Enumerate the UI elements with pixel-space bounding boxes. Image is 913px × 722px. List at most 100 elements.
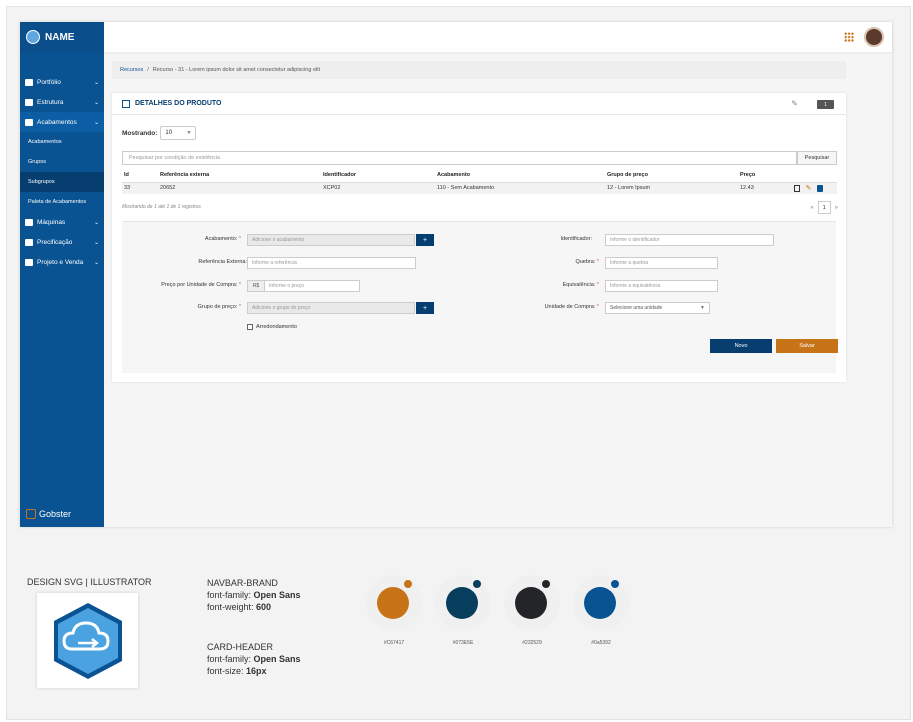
- swatch-fill: [584, 587, 616, 619]
- navbar-brand[interactable]: NAME: [20, 22, 104, 52]
- apps-grid-icon[interactable]: [844, 32, 854, 42]
- equiv-label: Equivalência: *: [562, 282, 599, 288]
- cell-identificador: XCP02: [321, 182, 435, 194]
- sidebar-item-label: Portfólio: [37, 78, 61, 86]
- column-header[interactable]: Identificador: [321, 169, 435, 183]
- pager-page[interactable]: 1: [817, 201, 831, 214]
- structure-icon: [25, 98, 33, 106]
- unidade-label: Unidade de Compra: *: [544, 304, 599, 310]
- finishing-icon: [25, 118, 33, 126]
- sidebar-item-label: Projeto e Venda: [37, 258, 84, 266]
- sidebar: NAME Portfólio ⌄ Estrutura ⌄ Acabamentos…: [20, 22, 104, 527]
- preco-prefix: R$: [247, 280, 265, 292]
- page-size-select[interactable]: 10 ▼: [160, 126, 197, 140]
- table-row[interactable]: 33 20652 XCP02 110 - Sem Acabamento 12 -…: [122, 182, 837, 194]
- sidebar-item-estrutura[interactable]: Estrutura ⌄: [20, 92, 104, 112]
- cell-acabamento: 110 - Sem Acabamento: [435, 182, 605, 194]
- trash-icon[interactable]: [816, 184, 823, 192]
- pager-prev[interactable]: «: [810, 205, 813, 211]
- page-size-value: 10: [165, 130, 173, 136]
- add-grupo-button[interactable]: +: [416, 302, 434, 314]
- actions-header: [788, 169, 837, 183]
- search-button[interactable]: Pesquisar: [797, 151, 837, 165]
- navbar-brand-spec: NAVBAR-BRAND font-family: Open Sans font…: [207, 577, 301, 613]
- pencil-icon[interactable]: ✎: [791, 99, 798, 108]
- column-header[interactable]: Id: [122, 169, 158, 183]
- sidebar-item-maquinas[interactable]: Máquinas ⌄: [20, 212, 104, 232]
- chevron-down-icon: ⌄: [93, 259, 99, 266]
- column-header[interactable]: Acabamento: [435, 169, 605, 183]
- column-header[interactable]: Grupo de preço: [605, 169, 738, 183]
- sidebar-item-projeto[interactable]: Projeto e Venda ⌄: [20, 252, 104, 272]
- checkbox-box[interactable]: [247, 324, 253, 330]
- preco-field[interactable]: Informe o preço: [264, 280, 360, 292]
- topbar: [104, 22, 892, 52]
- sidebar-subitem-grupos[interactable]: Grupos: [20, 152, 104, 172]
- sidebar-item-precificacao[interactable]: Precificação ⌄: [20, 232, 104, 252]
- swatch-hex: #C67417: [383, 640, 405, 646]
- arredondamento-checkbox[interactable]: Arredondamento: [247, 324, 297, 330]
- swatch-fill: [515, 587, 547, 619]
- navbar-spec-title: NAVBAR-BRAND: [207, 578, 278, 588]
- product-form: Acabamento: * Adicione o acabamento + Re…: [122, 221, 838, 373]
- swatch-hex: #232529: [522, 640, 542, 646]
- swatch-fill: [377, 587, 409, 619]
- add-acabamento-button[interactable]: +: [416, 234, 434, 246]
- chevron-down-icon: ⌄: [93, 79, 99, 86]
- card-header-spec: CARD-HEADER font-family: Open Sans font-…: [207, 641, 301, 677]
- edit-icon[interactable]: ✎: [806, 184, 812, 192]
- sidebar-nav: Portfólio ⌄ Estrutura ⌄ Acabamentos ⌄ Ac…: [20, 72, 104, 272]
- portfolio-icon: [25, 78, 33, 86]
- pagination: « 1 »: [810, 201, 838, 214]
- acabamento-label: Acabamento: *: [204, 236, 241, 242]
- avatar[interactable]: [864, 27, 884, 47]
- column-header[interactable]: Referência externa: [158, 169, 321, 183]
- equiv-field[interactable]: Informe a equivalência: [605, 280, 718, 292]
- unidade-select-value: Selecione uma unidade: [610, 305, 663, 311]
- grupo-field[interactable]: Adicione o grupo de preço: [247, 302, 415, 314]
- header-spec-size: font-size: 16px: [207, 666, 267, 676]
- novo-button[interactable]: Novo: [710, 339, 772, 353]
- salvar-button[interactable]: Salvar: [776, 339, 838, 353]
- gear-icon: [25, 218, 33, 226]
- acabamento-field[interactable]: Adicione o acabamento: [247, 234, 415, 246]
- quebra-label: Quebra: *: [575, 259, 599, 265]
- cell-id: 33: [122, 182, 158, 194]
- ident-label: Identificador:: [560, 236, 593, 242]
- swatch-dot: [611, 580, 619, 588]
- count-badge: 1: [817, 100, 834, 109]
- list-icon: [122, 99, 130, 108]
- sidebar-item-label: Acabamentos: [37, 118, 77, 126]
- logo-preview: [37, 593, 138, 688]
- pager-next[interactable]: »: [835, 205, 838, 211]
- product-details-card: DETALHES DO PRODUTO ✎ 1 Mostrando: 10 ▼ …: [112, 93, 846, 382]
- chevron-down-icon: ▼: [186, 130, 192, 136]
- breadcrumb-link[interactable]: Recursos: [120, 67, 143, 73]
- sidebar-subitem-paleta[interactable]: Paleta de Acabamentos: [20, 192, 104, 212]
- copy-icon[interactable]: [794, 184, 800, 192]
- gobster-logo-icon: [26, 509, 36, 519]
- sidebar-subitem-acabamentos[interactable]: Acabamentos: [20, 132, 104, 152]
- swatch-dot: [404, 580, 412, 588]
- cell-preco: 12.43: [738, 182, 788, 194]
- column-header[interactable]: Preço: [738, 169, 788, 183]
- quebra-field[interactable]: Informe a quebra: [605, 257, 718, 269]
- sidebar-item-acabamentos[interactable]: Acabamentos ⌄: [20, 112, 104, 132]
- cloud-hexagon-logo-icon: [53, 602, 122, 679]
- sidebar-item-portfolio[interactable]: Portfólio ⌄: [20, 72, 104, 92]
- table-header-row: Id Referência externa Identificador Acab…: [122, 169, 837, 183]
- cloud-logo-icon: [26, 30, 40, 44]
- footer-logo-text: Gobster: [39, 509, 72, 519]
- card-header: DETALHES DO PRODUTO: [112, 93, 846, 115]
- unidade-select[interactable]: Selecione uma unidade ▼: [605, 302, 710, 314]
- ref-label: Referência Externa:: [198, 259, 247, 265]
- sidebar-subitem-subgrupos[interactable]: Subgrupos: [20, 172, 104, 192]
- header-spec-title: CARD-HEADER: [207, 642, 274, 652]
- swatch-fill: [446, 587, 478, 619]
- showing-label: Mostrando:: [122, 129, 158, 137]
- ref-field[interactable]: Informe a referência: [247, 257, 416, 269]
- chevron-down-icon: ⌄: [93, 119, 99, 126]
- cell-ref: 20652: [158, 182, 321, 194]
- ident-field[interactable]: Informe o identificador: [605, 234, 774, 246]
- search-input[interactable]: Pesquisar por condição de existência: [122, 151, 797, 165]
